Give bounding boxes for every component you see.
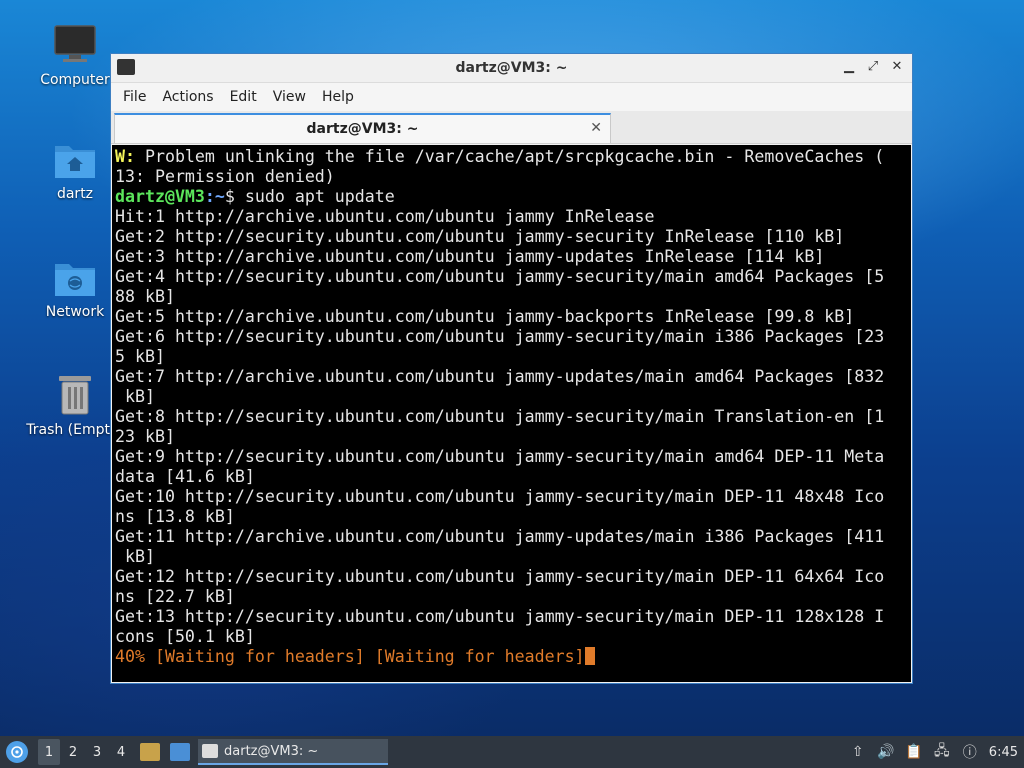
menu-file[interactable]: File xyxy=(115,89,154,105)
computer-icon xyxy=(54,25,96,62)
home-folder-icon xyxy=(55,146,95,178)
terminal-progress-line: 40% [Waiting for headers] [Waiting for h… xyxy=(115,647,909,667)
terminal-line: Get:7 http://archive.ubuntu.com/ubuntu j… xyxy=(115,367,885,386)
window-title: dartz@VM3: ~ xyxy=(455,60,568,76)
terminal-line: Get:5 http://archive.ubuntu.com/ubuntu j… xyxy=(115,307,855,326)
warning-text: Problem unlinking the file /var/cache/ap… xyxy=(134,147,885,166)
taskbar: 1 2 3 4 dartz@VM3: ~ ⇧ 🔊 📋 🖧 ⓘ 6:45 xyxy=(0,736,1024,768)
prompt-command: sudo apt update xyxy=(244,187,395,206)
terminal-line: Get:13 http://security.ubuntu.com/ubuntu… xyxy=(115,607,885,626)
terminal-line: cons [50.1 kB] xyxy=(115,627,255,646)
terminal-line: 5 kB] xyxy=(115,347,165,366)
terminal-line: Hit:1 http://archive.ubuntu.com/ubuntu j… xyxy=(115,207,655,226)
window-controls: ▁ ⤢ ✕ xyxy=(840,58,906,76)
terminal-prompt-line: dartz@VM3:~$ sudo apt update xyxy=(115,187,909,207)
terminal-line: 13: Permission denied) xyxy=(115,167,335,186)
terminal-line: ns [13.8 kB] xyxy=(115,507,235,526)
terminal-line: kB] xyxy=(115,547,155,566)
terminal-line: Get:11 http://archive.ubuntu.com/ubuntu … xyxy=(115,527,885,546)
tab-bar: dartz@VM3: ~ ✕ xyxy=(111,111,912,144)
menu-actions[interactable]: Actions xyxy=(154,89,221,105)
progress-text: 40% [Waiting for headers] [Waiting for h… xyxy=(115,647,585,666)
task-label: dartz@VM3: ~ xyxy=(224,743,319,759)
terminal-line: 23 kB] xyxy=(115,427,175,446)
window-titlebar[interactable]: dartz@VM3: ~ ▁ ⤢ ✕ xyxy=(111,54,912,83)
terminal-line: kB] xyxy=(115,387,155,406)
prompt-symbol: $ xyxy=(224,187,245,206)
taskbar-task-terminal[interactable]: dartz@VM3: ~ xyxy=(198,739,388,765)
terminal-line: Get:2 http://security.ubuntu.com/ubuntu … xyxy=(115,227,845,246)
prompt-path: :~ xyxy=(204,187,225,206)
terminal-line: Get:9 http://security.ubuntu.com/ubuntu … xyxy=(115,447,885,466)
tab-terminal[interactable]: dartz@VM3: ~ ✕ xyxy=(114,113,611,143)
terminal-output[interactable]: W: Problem unlinking the file /var/cache… xyxy=(112,145,911,682)
tab-label: dartz@VM3: ~ xyxy=(306,121,419,137)
network-folder-icon xyxy=(55,264,95,296)
clipboard-icon[interactable]: 📋 xyxy=(905,743,923,761)
terminal-line: 88 kB] xyxy=(115,287,175,306)
terminal-app-icon xyxy=(117,59,135,75)
menu-edit[interactable]: Edit xyxy=(222,89,265,105)
system-tray: ⇧ 🔊 📋 🖧 ⓘ 6:45 xyxy=(849,736,1024,768)
maximize-button[interactable]: ⤢ xyxy=(864,58,882,76)
workspace-3[interactable]: 3 xyxy=(86,739,108,765)
update-notifier-icon[interactable]: ⇧ xyxy=(849,743,867,761)
workspace-1[interactable]: 1 xyxy=(38,739,60,765)
menubar: File Actions Edit View Help xyxy=(111,83,912,111)
terminal-line: Get:12 http://security.ubuntu.com/ubuntu… xyxy=(115,567,885,586)
terminal-line: data [41.6 kB] xyxy=(115,467,255,486)
start-menu-icon[interactable] xyxy=(6,741,28,763)
terminal-cursor xyxy=(584,647,595,665)
workspace-4[interactable]: 4 xyxy=(110,739,132,765)
terminal-line: Get:3 http://archive.ubuntu.com/ubuntu j… xyxy=(115,247,825,266)
show-desktop-icon[interactable] xyxy=(170,743,190,761)
terminal-line: W: Problem unlinking the file /var/cache… xyxy=(115,147,909,167)
terminal-line: Get:6 http://security.ubuntu.com/ubuntu … xyxy=(115,327,885,346)
workspace-2[interactable]: 2 xyxy=(62,739,84,765)
warning-prefix: W: xyxy=(115,147,135,166)
menu-view[interactable]: View xyxy=(265,89,314,105)
close-button[interactable]: ✕ xyxy=(888,58,906,76)
tab-close-icon[interactable]: ✕ xyxy=(590,120,602,136)
file-manager-launcher-icon[interactable] xyxy=(140,743,160,761)
menu-help[interactable]: Help xyxy=(314,89,362,105)
terminal-window: dartz@VM3: ~ ▁ ⤢ ✕ File Actions Edit Vie… xyxy=(110,53,913,684)
minimize-button[interactable]: ▁ xyxy=(840,58,858,76)
volume-icon[interactable]: 🔊 xyxy=(877,743,895,761)
lubuntu-logo-icon xyxy=(11,746,23,758)
terminal-line: Get:10 http://security.ubuntu.com/ubuntu… xyxy=(115,487,885,506)
terminal-app-icon xyxy=(202,744,218,758)
notification-icon[interactable]: ⓘ xyxy=(961,743,979,761)
network-icon[interactable]: 🖧 xyxy=(933,743,951,761)
prompt-user: dartz@VM3 xyxy=(115,187,205,206)
trash-icon xyxy=(59,376,91,415)
terminal-line: Get:8 http://security.ubuntu.com/ubuntu … xyxy=(115,407,885,426)
clock[interactable]: 6:45 xyxy=(989,745,1018,760)
terminal-line: ns [22.7 kB] xyxy=(115,587,235,606)
terminal-line: Get:4 http://security.ubuntu.com/ubuntu … xyxy=(115,267,885,286)
